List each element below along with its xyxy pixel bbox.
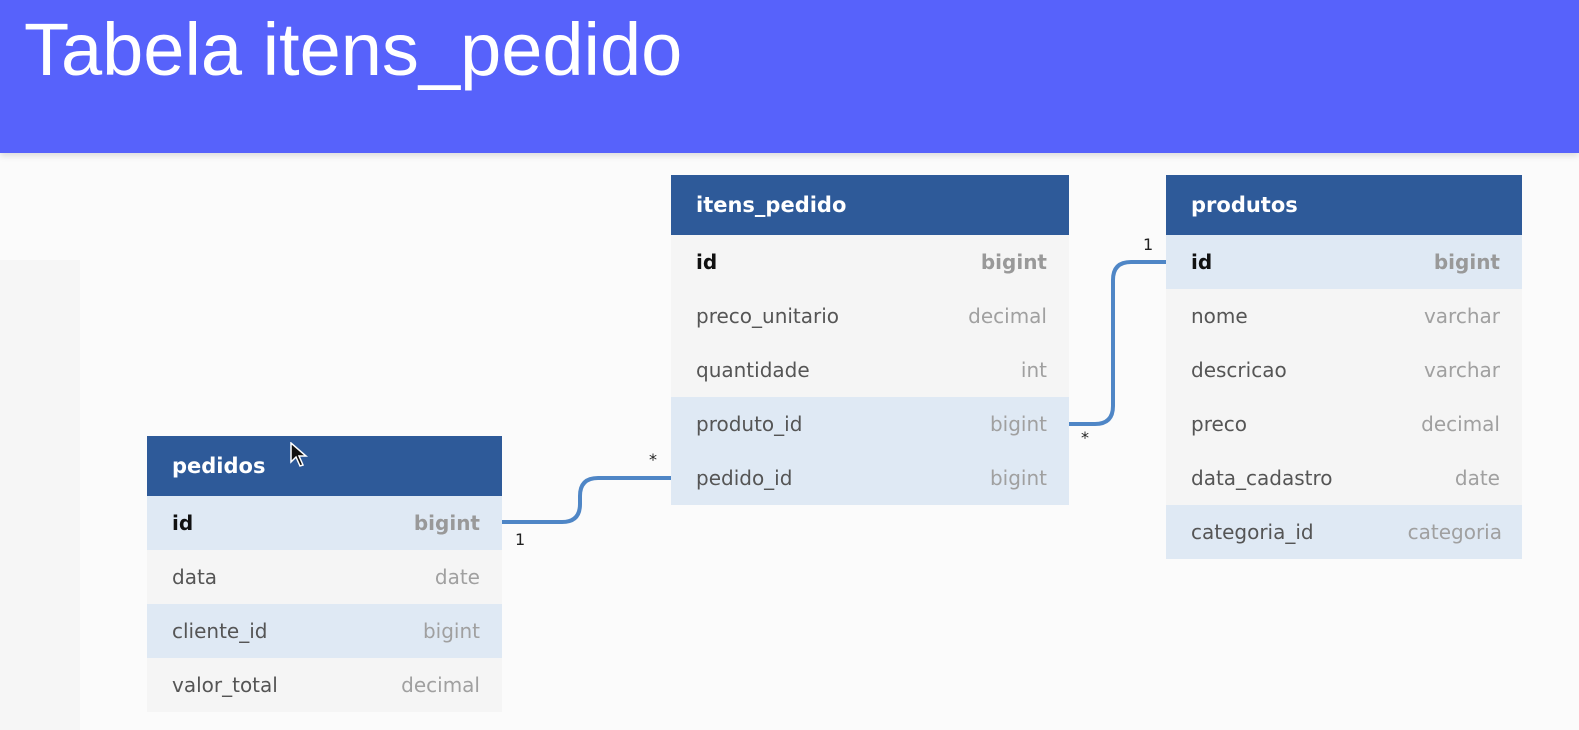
table-row[interactable]: valor_total decimal: [147, 658, 502, 712]
table-row[interactable]: categoria_id categoria: [1166, 505, 1522, 559]
table-row[interactable]: preco_unitario decimal: [671, 289, 1069, 343]
column-type: bigint: [989, 412, 1047, 436]
table-header[interactable]: itens_pedido: [671, 175, 1069, 235]
table-row[interactable]: produto_id bigint: [671, 397, 1069, 451]
cardinality-label: 1: [1143, 235, 1154, 254]
column-type: decimal: [968, 304, 1047, 328]
column-name: nome: [1191, 304, 1248, 328]
table-row[interactable]: nome varchar: [1166, 289, 1522, 343]
cardinality-label: *: [1081, 428, 1089, 447]
table-row[interactable]: id bigint: [1166, 235, 1522, 289]
table-row[interactable]: id bigint: [671, 235, 1069, 289]
link-itens-produtos: [1069, 260, 1166, 426]
column-name: preco_unitario: [696, 304, 840, 328]
column-type: decimal: [1421, 412, 1500, 436]
background-shape: [0, 260, 80, 730]
column-type: categoria: [1407, 520, 1502, 544]
column-name: id: [696, 250, 718, 274]
table-row[interactable]: data date: [147, 550, 502, 604]
column-name: produto_id: [696, 412, 803, 436]
column-name: valor_total: [172, 673, 278, 697]
column-type: varchar: [1423, 358, 1500, 382]
column-name: descricao: [1191, 358, 1287, 382]
table-header[interactable]: produtos: [1166, 175, 1522, 235]
table-produtos[interactable]: produtos id bigint nome varchar descrica…: [1166, 175, 1522, 559]
table-row[interactable]: data_cadastro date: [1166, 451, 1522, 505]
column-type: bigint: [989, 466, 1047, 490]
table-itens-pedido[interactable]: itens_pedido id bigint preco_unitario de…: [671, 175, 1069, 505]
column-type: date: [1454, 466, 1500, 490]
column-type: int: [1020, 358, 1047, 382]
column-type: bigint: [1433, 250, 1500, 274]
column-name: quantidade: [696, 358, 810, 382]
table-row[interactable]: id bigint: [147, 496, 502, 550]
column-name: preco: [1191, 412, 1248, 436]
table-row[interactable]: pedido_id bigint: [671, 451, 1069, 505]
table-header[interactable]: pedidos: [147, 436, 502, 496]
link-pedidos-itens: [502, 476, 671, 524]
mouse-cursor-icon: [290, 442, 308, 467]
column-name: pedido_id: [696, 466, 793, 490]
column-type: bigint: [422, 619, 480, 643]
column-name: categoria_id: [1191, 520, 1314, 544]
title-banner: Tabela itens_pedido: [0, 0, 1579, 153]
column-name: id: [172, 511, 194, 535]
column-type: decimal: [401, 673, 480, 697]
column-type: varchar: [1423, 304, 1500, 328]
slide-title: Tabela itens_pedido: [24, 8, 683, 91]
table-row[interactable]: cliente_id bigint: [147, 604, 502, 658]
column-type: bigint: [980, 250, 1047, 274]
table-pedidos[interactable]: pedidos id bigint data date cliente_id b…: [147, 436, 502, 712]
cardinality-label: 1: [515, 530, 526, 549]
column-name: cliente_id: [172, 619, 268, 643]
column-type: date: [434, 565, 480, 589]
table-row[interactable]: quantidade int: [671, 343, 1069, 397]
column-name: data_cadastro: [1191, 466, 1333, 490]
table-row[interactable]: descricao varchar: [1166, 343, 1522, 397]
cardinality-label: *: [649, 450, 657, 469]
table-row[interactable]: preco decimal: [1166, 397, 1522, 451]
column-name: id: [1191, 250, 1213, 274]
column-name: data: [172, 565, 218, 589]
column-type: bigint: [413, 511, 480, 535]
